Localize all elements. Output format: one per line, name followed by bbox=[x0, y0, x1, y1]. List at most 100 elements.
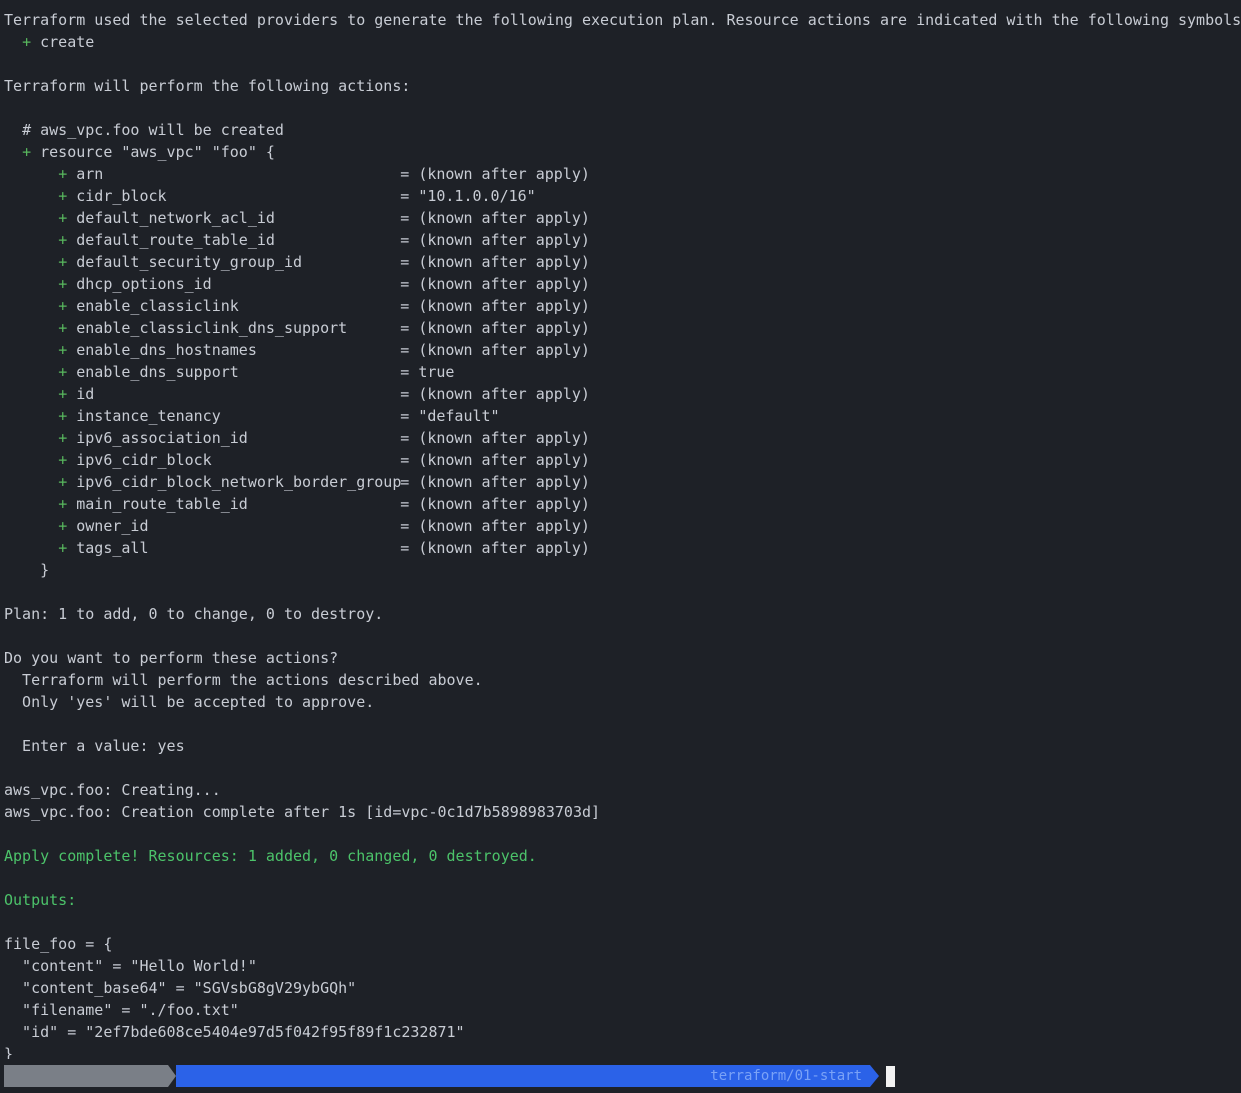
terminal-cursor[interactable] bbox=[886, 1066, 895, 1087]
output-entry: "id" = "2ef7bde608ce5404e97d5f042f95f89f… bbox=[4, 1023, 465, 1041]
attribute-value: "default" bbox=[418, 407, 500, 425]
resource-attribute-row: + default_route_table_id = (known after a… bbox=[58, 231, 590, 249]
enter-value-label: Enter a value: bbox=[4, 737, 158, 755]
prompt-info: Terraform will perform the actions descr… bbox=[4, 671, 483, 689]
attribute-key: cidr_block bbox=[76, 187, 167, 205]
attribute-key: enable_dns_support bbox=[76, 363, 239, 381]
resource-attribute-row: + id = (known after apply) bbox=[58, 385, 590, 403]
plus-symbol: + bbox=[58, 187, 68, 205]
attribute-key: enable_classiclink bbox=[76, 297, 239, 315]
attribute-key: default_network_acl_id bbox=[76, 209, 275, 227]
attribute-value: (known after apply) bbox=[418, 473, 590, 491]
output-entry: "filename" = "./foo.txt" bbox=[4, 1001, 239, 1019]
resource-comment: # aws_vpc.foo will be created bbox=[22, 121, 284, 139]
attribute-key: arn bbox=[76, 165, 104, 183]
output-close: } bbox=[4, 1045, 14, 1059]
plus-symbol: + bbox=[58, 165, 68, 183]
attribute-value: (known after apply) bbox=[418, 253, 590, 271]
enter-value-input[interactable]: yes bbox=[158, 737, 185, 755]
attribute-key: owner_id bbox=[76, 517, 149, 535]
attribute-key: ipv6_cidr_block_network_border_group bbox=[76, 473, 402, 491]
attribute-value: (known after apply) bbox=[418, 341, 590, 359]
resource-declaration: + resource "aws_vpc" "foo" { bbox=[22, 143, 275, 161]
attribute-key: dhcp_options_id bbox=[76, 275, 212, 293]
output-open: file_foo = { bbox=[4, 935, 113, 953]
plus-symbol: + bbox=[58, 209, 68, 227]
plus-symbol: + bbox=[58, 539, 68, 557]
plan-summary: Plan: 1 to add, 0 to change, 0 to destro… bbox=[4, 605, 384, 623]
plus-symbol: + bbox=[58, 253, 68, 271]
resource-attribute-row: + main_route_table_id = (known after appl… bbox=[58, 495, 590, 513]
plus-symbol: + bbox=[58, 385, 68, 403]
attribute-value: (known after apply) bbox=[418, 539, 590, 557]
progress-complete: aws_vpc.foo: Creation complete after 1s … bbox=[4, 803, 601, 821]
create-label: create bbox=[40, 33, 95, 51]
prompt-entry[interactable]: Enter a value: yes bbox=[4, 735, 1241, 757]
resource-attribute-row: + dhcp_options_id = (known after apply) bbox=[58, 275, 590, 293]
attribute-value: (known after apply) bbox=[418, 495, 590, 513]
attribute-value: (known after apply) bbox=[418, 429, 590, 447]
resource-attribute-row: + tags_all = (known after apply) bbox=[58, 539, 590, 557]
attribute-value: true bbox=[418, 363, 455, 381]
resource-attribute-row: + enable_dns_hostnames = (known after app… bbox=[58, 341, 590, 359]
resource-close-brace: } bbox=[40, 561, 50, 579]
plus-symbol: + bbox=[58, 231, 68, 249]
outputs-heading: Outputs: bbox=[4, 891, 77, 909]
resource-attribute-row: + default_security_group_id = (known afte… bbox=[58, 253, 590, 271]
progress-creating: aws_vpc.foo: Creating... bbox=[4, 781, 221, 799]
attribute-key: ipv6_association_id bbox=[76, 429, 248, 447]
attribute-key: ipv6_cidr_block bbox=[76, 451, 212, 469]
plan-intro-line: Terraform used the selected providers to… bbox=[4, 11, 1241, 29]
prompt-path-text: terraform/01-start bbox=[710, 1068, 862, 1084]
plus-symbol: + bbox=[58, 495, 68, 513]
symbol-legend-line: + create bbox=[4, 31, 1241, 53]
attribute-value: (known after apply) bbox=[418, 209, 590, 227]
attribute-value: (known after apply) bbox=[418, 231, 590, 249]
attribute-key: enable_classiclink_dns_support bbox=[76, 319, 348, 337]
attribute-value: (known after apply) bbox=[418, 275, 590, 293]
prompt-info: Only 'yes' will be accepted to approve. bbox=[4, 693, 375, 711]
attribute-key: default_route_table_id bbox=[76, 231, 275, 249]
plus-symbol: + bbox=[58, 341, 68, 359]
plus-symbol: + bbox=[58, 319, 68, 337]
chevron-right-icon bbox=[870, 1065, 879, 1087]
output-entry: "content_base64" = "SGVsbG8gV29ybGQh" bbox=[4, 979, 357, 997]
plus-symbol: + bbox=[58, 275, 68, 293]
resource-attribute-row: + enable_classiclink_dns_support = (known… bbox=[58, 319, 590, 337]
output-entry: "content" = "Hello World!" bbox=[4, 957, 257, 975]
terminal-output: Terraform used the selected providers to… bbox=[4, 9, 1241, 1059]
plus-symbol: + bbox=[22, 143, 32, 161]
attribute-key: main_route_table_id bbox=[76, 495, 248, 513]
resource-attribute-row: + instance_tenancy = "default" bbox=[58, 407, 500, 425]
attribute-key: tags_all bbox=[76, 539, 149, 557]
attribute-key: enable_dns_hostnames bbox=[76, 341, 257, 359]
prompt-path-segment: terraform/01-start bbox=[176, 1065, 870, 1087]
plus-symbol: + bbox=[58, 517, 68, 535]
plus-symbol: + bbox=[58, 297, 68, 315]
plus-symbol: + bbox=[58, 363, 68, 381]
shell-prompt-bar: terraform/01-start bbox=[4, 1065, 1241, 1087]
resource-attribute-row: + ipv6_cidr_block = (known after apply) bbox=[58, 451, 590, 469]
plus-symbol: + bbox=[58, 451, 68, 469]
plus-symbol: + bbox=[58, 429, 68, 447]
attribute-key: id bbox=[76, 385, 95, 403]
prompt-host-segment bbox=[4, 1065, 168, 1087]
resource-attribute-row: + enable_dns_support = true bbox=[58, 363, 455, 381]
attribute-key: default_security_group_id bbox=[76, 253, 303, 271]
resource-attribute-row: + default_network_acl_id = (known after a… bbox=[58, 209, 590, 227]
resource-attribute-row: + owner_id = (known after apply) bbox=[58, 517, 590, 535]
apply-complete-message: Apply complete! Resources: 1 added, 0 ch… bbox=[4, 847, 537, 865]
plus-symbol: + bbox=[58, 473, 68, 491]
prompt-question: Do you want to perform these actions? bbox=[4, 649, 339, 667]
resource-attribute-row: + ipv6_cidr_block_network_border_group= … bbox=[58, 473, 590, 491]
attribute-value: (known after apply) bbox=[418, 297, 590, 315]
resource-attribute-row: + enable_classiclink = (known after apply… bbox=[58, 297, 590, 315]
